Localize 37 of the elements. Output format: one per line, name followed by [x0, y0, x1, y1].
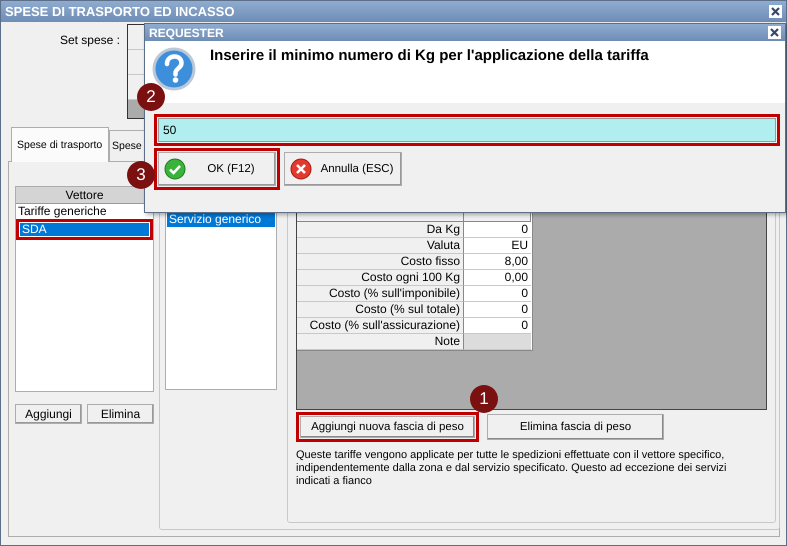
value-cell[interactable]: 0 [464, 318, 531, 334]
list-button[interactable]: Elimina [87, 404, 154, 424]
step-badge: 3 [127, 161, 155, 189]
value-cell[interactable]: 0 [464, 302, 531, 318]
row-label: Costo (% sull'assicurazione) [297, 318, 464, 334]
value-cell[interactable]: 0 [464, 286, 531, 302]
info-text: Queste tariffe vengono applicate per tutte le spedizioni effettuate con il vettore specifico, indipendentemente dalla zona e dal servizio specificato. Questo ad eccezione dei servizi indicati a fianco [296, 449, 728, 488]
row-label: Costo ogni 100 Kg [297, 270, 464, 286]
cancel-icon [290, 158, 312, 180]
value-cell[interactable]: 0,00 [464, 270, 531, 286]
fascia-button[interactable]: Aggiungi nuova fascia di peso [300, 416, 475, 438]
close-button[interactable] [769, 5, 782, 18]
dialog-button[interactable]: OK (F12) [158, 152, 276, 186]
value-cell[interactable]: 8,00 [464, 254, 531, 270]
dialog-button[interactable]: Annulla (ESC) [284, 152, 402, 186]
question-icon [152, 47, 196, 91]
dialog-title: REQUESTER [149, 26, 224, 40]
row-label: Costo fisso [297, 254, 464, 270]
row-label: Costo (% sull'imponibile) [297, 286, 464, 302]
row-label: Note [297, 334, 464, 350]
value-cell[interactable]: EU [464, 238, 531, 254]
window-title: SPESE DI TRASPORTO ED INCASSO [5, 4, 234, 19]
check-icon [164, 158, 186, 180]
fascia-button[interactable]: Elimina fascia di peso [487, 414, 664, 440]
field-label: Set spese : [58, 32, 120, 47]
list-button[interactable]: Aggiungi [15, 404, 82, 424]
list-item[interactable]: SDA [20, 223, 149, 236]
value-cell[interactable]: 0 [464, 222, 531, 238]
dialog-message: Inserire il minimo numero di Kg per l'applicazione della tariffa [210, 47, 649, 66]
tab[interactable]: Spese di trasporto [11, 127, 109, 162]
list-item[interactable]: Servizio generico [167, 212, 275, 227]
input-field[interactable]: 50 [158, 118, 776, 142]
row-label: Valuta [297, 238, 464, 254]
value-cell[interactable] [464, 334, 531, 350]
close-button[interactable] [768, 26, 781, 39]
row-label: Costo (% sul totale) [297, 302, 464, 318]
row-label: Da Kg [297, 222, 464, 238]
